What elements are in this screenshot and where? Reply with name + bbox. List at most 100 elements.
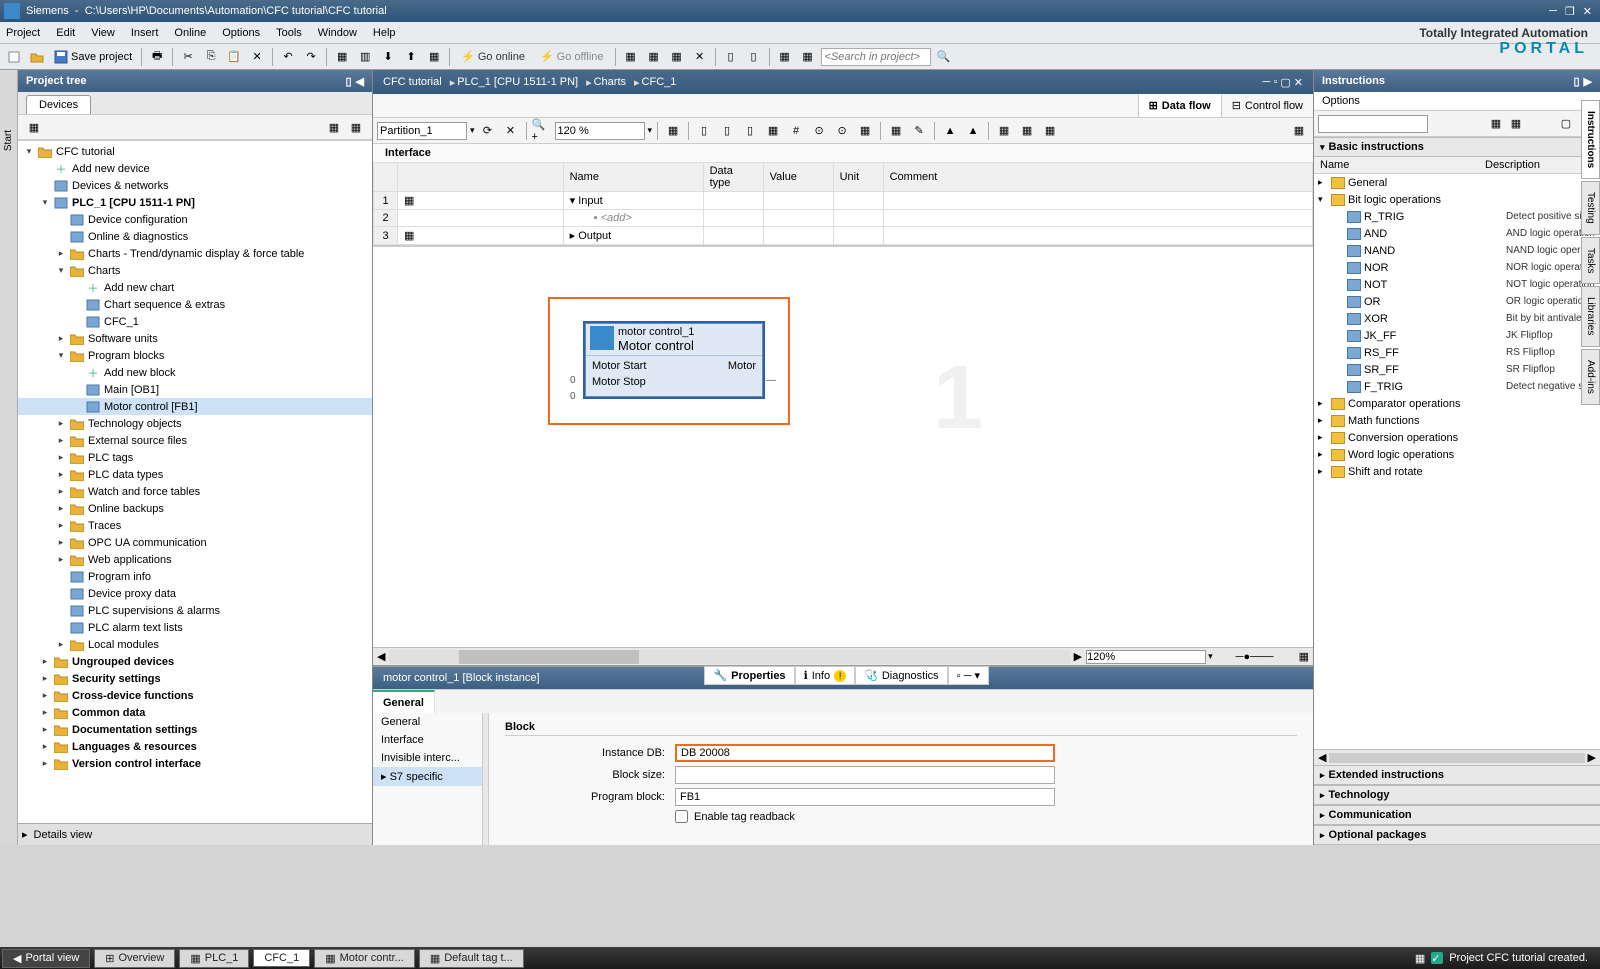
restore-button[interactable]: ❐ xyxy=(1561,5,1579,18)
tree-item[interactable]: Devices & networks xyxy=(18,177,372,194)
tree-item[interactable]: ＋Add new block xyxy=(18,364,372,381)
side-tab-testing[interactable]: Testing xyxy=(1581,181,1600,235)
save-project-button[interactable]: Save project xyxy=(50,50,136,64)
nav-interface[interactable]: Interface xyxy=(373,731,482,749)
tree-view-icon-2[interactable]: ▦ xyxy=(346,117,366,137)
menu-window[interactable]: Window xyxy=(318,27,357,39)
nav-s7-specific[interactable]: ▸ S7 specific xyxy=(373,767,482,786)
tree-item[interactable]: ▸Local modules xyxy=(18,636,372,653)
editor-min-icon[interactable]: ─ xyxy=(1263,76,1271,89)
instruction-item[interactable]: ▸Math functions xyxy=(1314,412,1600,429)
tree-item[interactable]: Motor control [FB1] xyxy=(18,398,372,415)
ed-icon-8[interactable]: # xyxy=(786,121,806,141)
open-project-icon[interactable] xyxy=(27,47,47,67)
task-tab-plc1[interactable]: ▦ PLC_1 xyxy=(179,949,249,968)
pin-icon[interactable]: ◀ xyxy=(356,75,364,88)
instr-tb-icon-2[interactable]: ▦ xyxy=(1506,114,1526,134)
tree-item[interactable]: ＋Add new chart xyxy=(18,279,372,296)
instruction-item[interactable]: NOTNOT logic operation xyxy=(1314,276,1600,293)
toolbar-icon-13[interactable]: ▦ xyxy=(798,47,818,67)
block-output-pin[interactable]: Motor xyxy=(728,360,756,376)
new-project-icon[interactable] xyxy=(4,47,24,67)
instruction-item[interactable]: NORNOR logic operation xyxy=(1314,259,1600,276)
cat-technology[interactable]: ▸Technology xyxy=(1314,785,1600,805)
toolbar-icon-7[interactable]: ▦ xyxy=(644,47,664,67)
ed-icon-15[interactable]: ▲ xyxy=(963,121,983,141)
tree-item[interactable]: ▸Languages & resources xyxy=(18,738,372,755)
close-button[interactable]: ✕ xyxy=(1579,5,1596,18)
tree-item[interactable]: PLC alarm text lists xyxy=(18,619,372,636)
pin-icon[interactable]: ▶ xyxy=(1584,75,1592,88)
block-input-pin[interactable]: Motor Start xyxy=(592,360,646,376)
tree-item[interactable]: ＋Add new device xyxy=(18,160,372,177)
tree-item[interactable]: PLC supervisions & alarms xyxy=(18,602,372,619)
block-size-input[interactable] xyxy=(675,766,1055,784)
cat-communication[interactable]: ▸Communication xyxy=(1314,805,1600,825)
canvas-scrollbar[interactable]: ◀ ▶ ▾ ─●─── ▦ xyxy=(373,647,1313,665)
toolbar-icon-5[interactable]: ▦ xyxy=(424,47,444,67)
tree-item[interactable]: ▸Technology objects xyxy=(18,415,372,432)
tree-view-icon-1[interactable]: ▦ xyxy=(324,117,344,137)
menu-help[interactable]: Help xyxy=(373,27,396,39)
editor-close-icon[interactable]: ✕ xyxy=(1294,76,1303,89)
delete-icon[interactable]: ✕ xyxy=(247,47,267,67)
nav-general[interactable]: General xyxy=(373,713,482,731)
toolbar-icon-11[interactable]: ▯ xyxy=(744,47,764,67)
cfc-canvas[interactable]: 1 motor control_1 Motor control Motor St… xyxy=(373,246,1313,647)
editor-float-icon[interactable]: ▫ xyxy=(1273,76,1277,89)
instruction-search-input[interactable] xyxy=(1318,115,1428,133)
instruction-list[interactable]: ▸General▾Bit logic operationsR_TRIGDetec… xyxy=(1314,174,1600,749)
tab-info[interactable]: ℹInfo! xyxy=(795,666,856,685)
tab-properties[interactable]: 🔧Properties xyxy=(704,666,794,685)
cat-extended[interactable]: ▸Extended instructions xyxy=(1314,765,1600,785)
instruction-item[interactable]: ANDAND logic operation xyxy=(1314,225,1600,242)
tree-item[interactable]: ▸Common data xyxy=(18,704,372,721)
ed-icon-4[interactable]: ▯ xyxy=(694,121,714,141)
task-tab-motor[interactable]: ▦ Motor contr... xyxy=(314,949,415,968)
menu-view[interactable]: View xyxy=(91,27,115,39)
toolbar-icon-8[interactable]: ▦ xyxy=(667,47,687,67)
hscroll-right-icon[interactable]: ▶ xyxy=(1588,751,1596,764)
tree-item[interactable]: Main [OB1] xyxy=(18,381,372,398)
instruction-item[interactable]: ▸General xyxy=(1314,174,1600,191)
tree-item[interactable]: ▸Security settings xyxy=(18,670,372,687)
ed-icon-3[interactable]: ▦ xyxy=(663,121,683,141)
tree-item[interactable]: ▸Charts - Trend/dynamic display & force … xyxy=(18,245,372,262)
ed-icon-16[interactable]: ▦ xyxy=(994,121,1014,141)
side-tab-libraries[interactable]: Libraries xyxy=(1581,286,1600,346)
task-tab-overview[interactable]: ⊞ Overview xyxy=(94,949,175,968)
cat-basic[interactable]: ▾Basic instructions xyxy=(1314,137,1600,157)
cut-icon[interactable]: ✂ xyxy=(178,47,198,67)
tree-item[interactable]: ▸Version control interface xyxy=(18,755,372,772)
tree-item[interactable]: ▸PLC data types xyxy=(18,466,372,483)
details-view-header[interactable]: ▸Details view xyxy=(18,823,372,845)
left-side-tab-start[interactable]: Start xyxy=(3,130,14,151)
instruction-item[interactable]: JK_FFJK Flipflop xyxy=(1314,327,1600,344)
ed-icon-6[interactable]: ▯ xyxy=(740,121,760,141)
tab-control-flow[interactable]: ⊟Control flow xyxy=(1221,94,1313,117)
inspector-collapse-icon[interactable]: ▫ ─ ▾ xyxy=(948,666,989,685)
readback-checkbox[interactable] xyxy=(675,810,688,823)
task-tab-tags[interactable]: ▦ Default tag t... xyxy=(419,949,524,968)
instruction-item[interactable]: ▸Shift and rotate xyxy=(1314,463,1600,480)
ed-icon-7[interactable]: ▦ xyxy=(763,121,783,141)
ed-icon-5[interactable]: ▯ xyxy=(717,121,737,141)
tree-item[interactable]: ▾PLC_1 [CPU 1511-1 PN] xyxy=(18,194,372,211)
program-block-input[interactable] xyxy=(675,788,1055,806)
project-tree[interactable]: ▾CFC tutorial＋Add new deviceDevices & ne… xyxy=(18,140,372,823)
tree-item[interactable]: ▸Watch and force tables xyxy=(18,483,372,500)
partition-select[interactable] xyxy=(377,122,467,140)
instruction-item[interactable]: SR_FFSR Flipflop xyxy=(1314,361,1600,378)
ed-icon-18[interactable]: ▦ xyxy=(1040,121,1060,141)
tree-item[interactable]: ▸Software units xyxy=(18,330,372,347)
search-go-icon[interactable]: 🔍 xyxy=(934,47,954,67)
instruction-item[interactable]: ▸Conversion operations xyxy=(1314,429,1600,446)
print-icon[interactable]: 🖶 xyxy=(147,47,167,67)
instruction-item[interactable]: F_TRIGDetect negative sign... xyxy=(1314,378,1600,395)
toolbar-icon-10[interactable]: ▯ xyxy=(721,47,741,67)
tree-item[interactable]: ▾Program blocks xyxy=(18,347,372,364)
overview-icon[interactable]: ▦ xyxy=(1295,650,1313,663)
menu-options[interactable]: Options xyxy=(222,27,260,39)
tree-item[interactable]: Device configuration xyxy=(18,211,372,228)
tree-item[interactable]: CFC_1 xyxy=(18,313,372,330)
